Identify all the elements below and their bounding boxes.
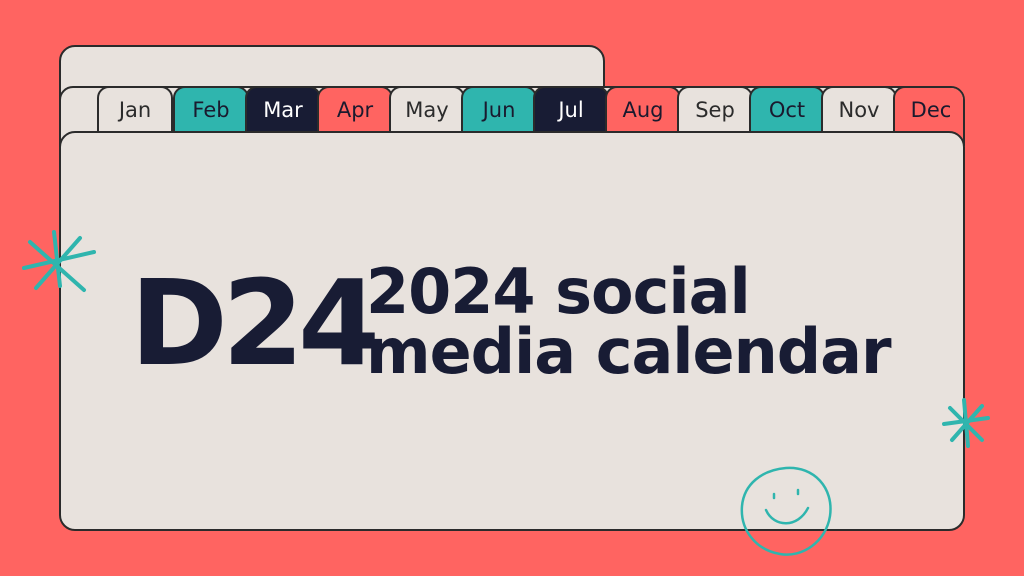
d24-logo: D24 (130, 254, 380, 392)
title-line-1: 2024 social (366, 255, 751, 328)
sparkle-icon (942, 398, 990, 448)
title-line-2: media calendar (366, 315, 892, 388)
smiley-icon (740, 466, 832, 556)
sparkle-icon (22, 230, 96, 292)
page-title: 2024 social media calendar (366, 255, 892, 388)
